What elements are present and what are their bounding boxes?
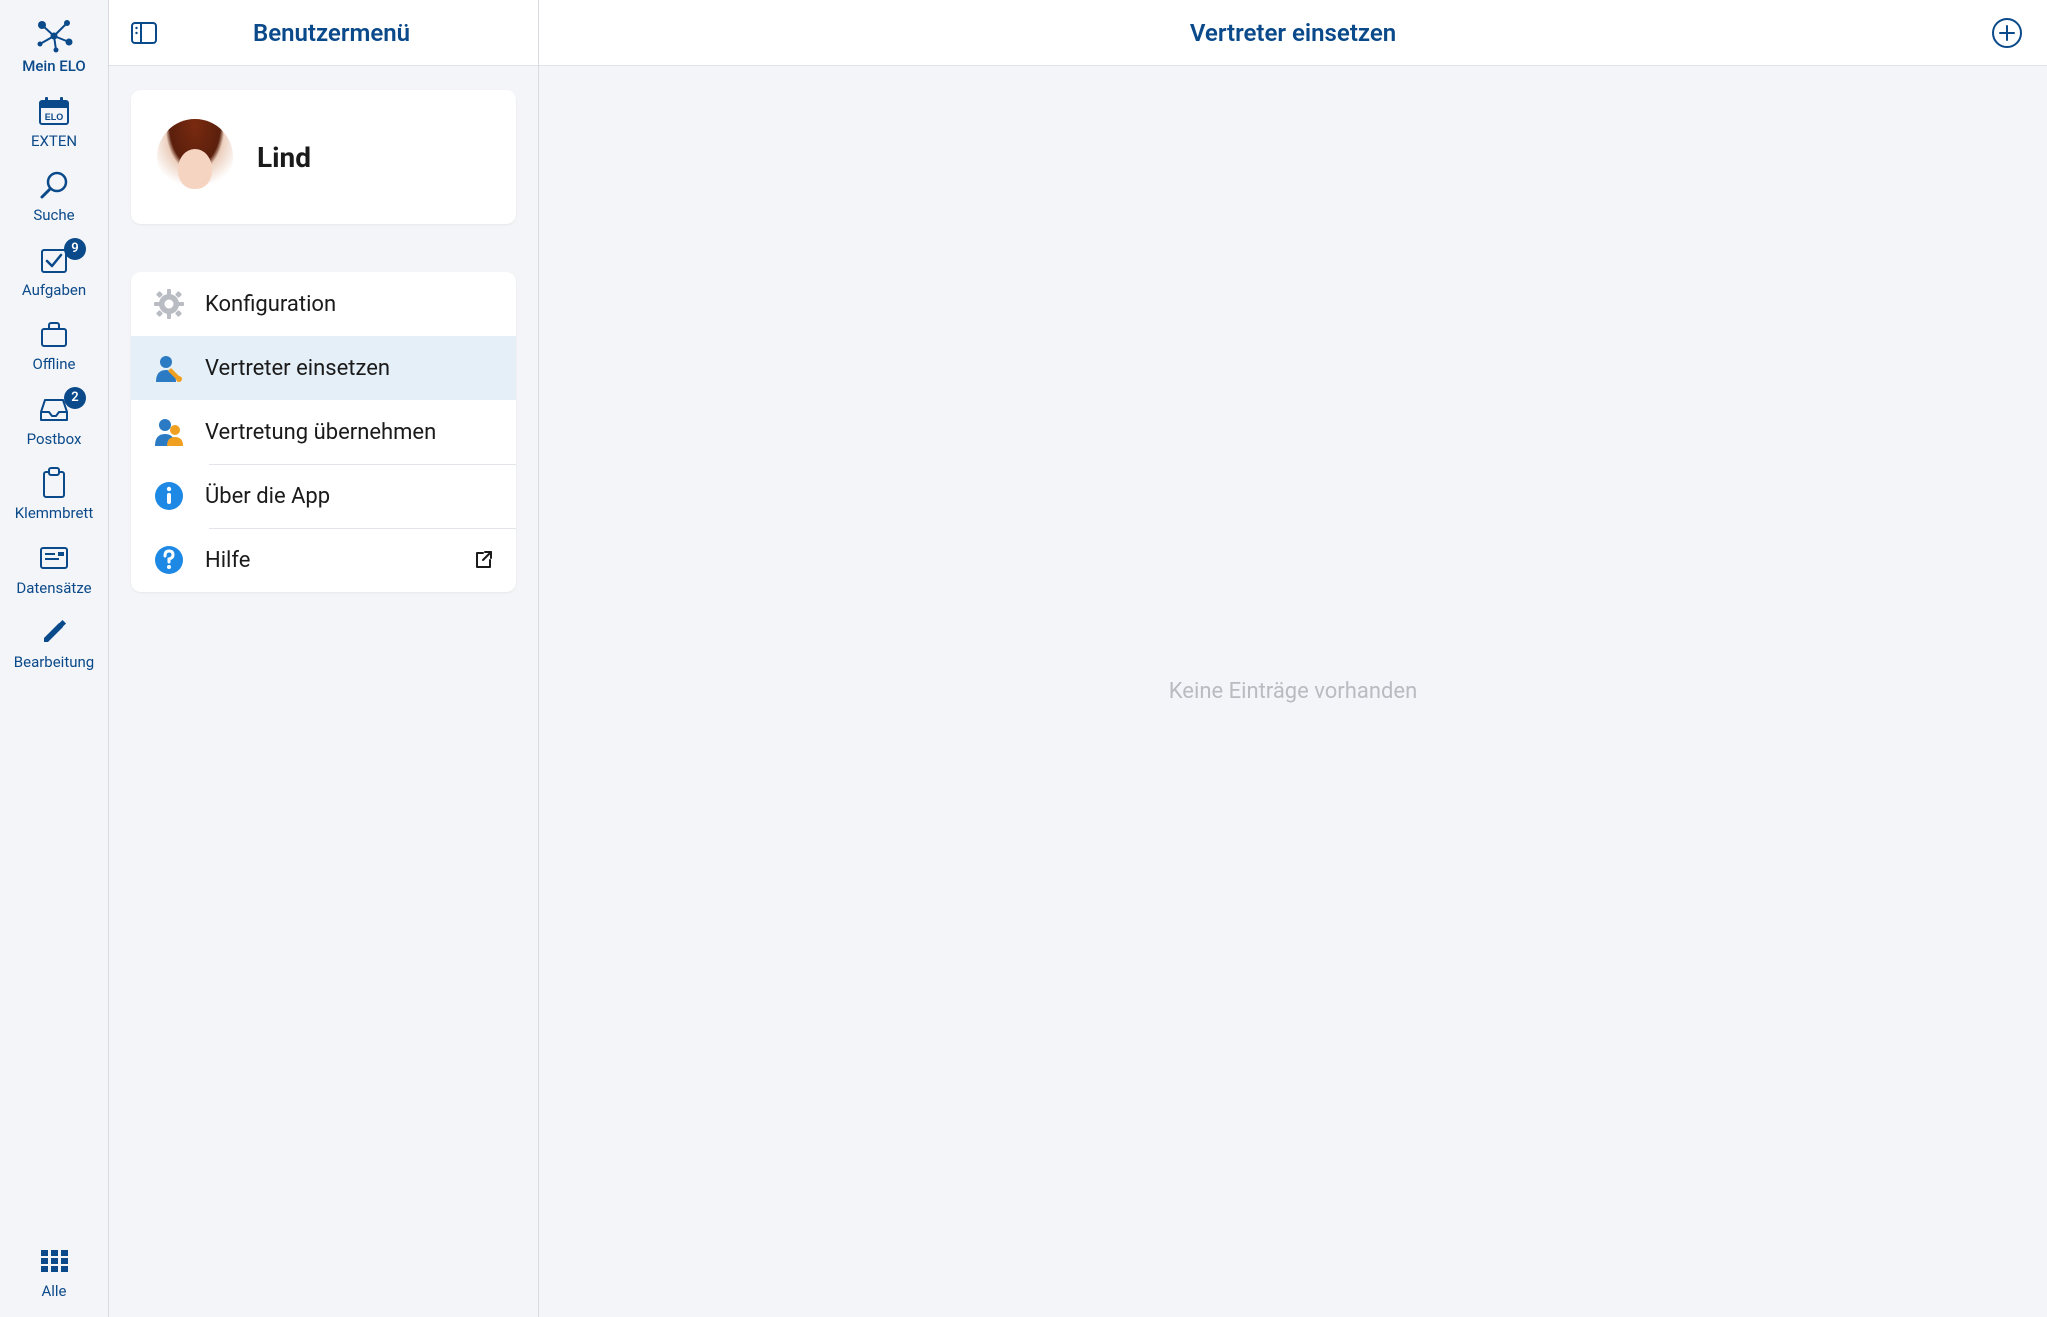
sidebar-item-klemmbrett[interactable]: Klemmbrett xyxy=(0,455,108,530)
detail-panel: Vertreter einsetzen Keine Einträge vorha… xyxy=(539,0,2047,1317)
menu-item-label: Hilfe xyxy=(205,548,452,573)
pencil-icon xyxy=(39,614,69,650)
menu-item-vertretung-uebernehmen[interactable]: Vertretung übernehmen xyxy=(131,400,516,464)
settings-menu: Konfiguration Vertreter einsetzen xyxy=(131,272,516,592)
gear-icon xyxy=(151,286,187,322)
sidebar-item-exten[interactable]: ELO EXTEN xyxy=(0,83,108,158)
sidebar-item-label: Postbox xyxy=(27,431,82,448)
sidebar: Mein ELO ELO EXTEN Suche xyxy=(0,0,109,1317)
sidebar-item-label: Alle xyxy=(41,1283,66,1300)
calendar-elo-icon: ELO xyxy=(37,93,71,129)
postbox-badge: 2 xyxy=(64,387,86,409)
person-swap-icon xyxy=(151,414,187,450)
plus-circle-icon xyxy=(1991,17,2023,49)
sidebar-item-label: Offline xyxy=(32,356,75,373)
menu-item-label: Konfiguration xyxy=(205,292,496,317)
sidebar-item-bearbeitung[interactable]: Bearbeitung xyxy=(0,604,108,679)
sidebar-item-label: Klemmbrett xyxy=(15,505,93,522)
user-card[interactable]: Lind xyxy=(131,90,516,224)
detail-title: Vertreter einsetzen xyxy=(597,19,1989,47)
briefcase-icon xyxy=(38,316,70,352)
menu-item-hilfe[interactable]: Hilfe xyxy=(131,528,516,592)
user-menu-header: Benutzermenü xyxy=(109,0,538,66)
sidebar-item-aufgaben[interactable]: 9 Aufgaben xyxy=(0,232,108,307)
avatar xyxy=(157,119,233,195)
menu-item-konfiguration[interactable]: Konfiguration xyxy=(131,272,516,336)
user-menu-content: Lind xyxy=(109,66,538,616)
tasks-badge: 9 xyxy=(64,238,86,260)
info-icon xyxy=(151,478,187,514)
person-wrench-icon xyxy=(151,350,187,386)
sidebar-item-offline[interactable]: Offline xyxy=(0,306,108,381)
clipboard-icon xyxy=(39,465,69,501)
sidebar-item-label: Bearbeitung xyxy=(14,654,94,671)
sidebar-item-mein-elo[interactable]: Mein ELO xyxy=(0,8,108,83)
grid-icon xyxy=(38,1243,70,1279)
help-icon xyxy=(151,542,187,578)
user-menu-panel: Benutzermenü Lind xyxy=(109,0,539,1317)
network-icon xyxy=(34,18,74,54)
sidebar-item-suche[interactable]: Suche xyxy=(0,157,108,232)
sidebar-item-label: EXTEN xyxy=(31,133,77,150)
sidebar-item-label: Datensätze xyxy=(16,580,91,597)
svg-text:ELO: ELO xyxy=(45,112,64,122)
add-button[interactable] xyxy=(1989,15,2025,51)
search-icon xyxy=(38,167,70,203)
app-root: Mein ELO ELO EXTEN Suche xyxy=(0,0,2047,1317)
external-link-icon xyxy=(470,547,496,573)
form-icon xyxy=(38,540,70,576)
user-menu-title: Benutzermenü xyxy=(143,19,520,47)
detail-content: Keine Einträge vorhanden xyxy=(539,66,2047,1317)
menu-item-label: Vertreter einsetzen xyxy=(205,356,496,381)
detail-header: Vertreter einsetzen xyxy=(539,0,2047,66)
empty-state-text: Keine Einträge vorhanden xyxy=(1169,679,1417,704)
sidebar-item-label: Mein ELO xyxy=(22,58,86,75)
menu-item-label: Vertretung übernehmen xyxy=(205,420,496,445)
sidebar-item-label: Aufgaben xyxy=(22,282,86,299)
sidebar-item-postbox[interactable]: 2 Postbox xyxy=(0,381,108,456)
user-name: Lind xyxy=(257,141,311,174)
menu-item-label: Über die App xyxy=(205,484,496,509)
menu-item-vertreter-einsetzen[interactable]: Vertreter einsetzen xyxy=(131,336,516,400)
menu-item-ueber-die-app[interactable]: Über die App xyxy=(131,464,516,528)
sidebar-item-datensaetze[interactable]: Datensätze xyxy=(0,530,108,605)
sidebar-item-alle[interactable]: Alle xyxy=(0,1233,108,1317)
sidebar-item-label: Suche xyxy=(33,207,74,224)
